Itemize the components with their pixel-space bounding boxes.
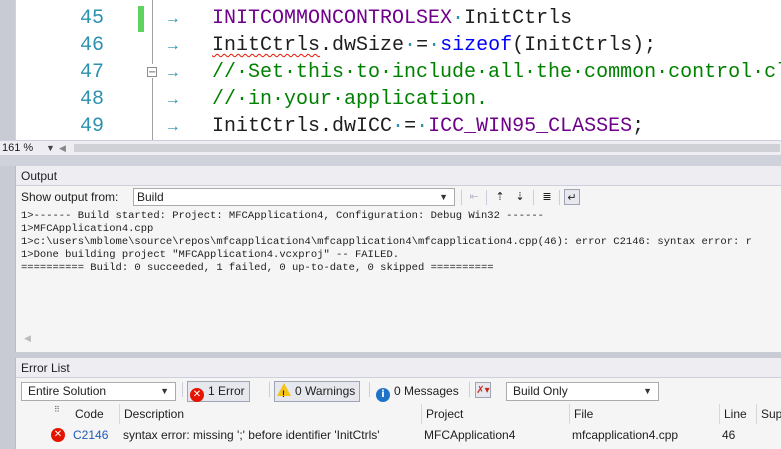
output-title: Output <box>16 166 781 186</box>
code-line[interactable]: 48 → //·in·your·application. <box>16 87 781 113</box>
output-line: 1>------ Build started: Project: MFCAppl… <box>21 210 544 222</box>
code-text: //·in·your·application. <box>212 88 489 111</box>
code-text: InitCtrls.dwICC·=·ICC_WIN95_CLASSES; <box>212 115 645 138</box>
messages-label: 0 Messages <box>394 384 459 398</box>
error-icon: ✕ <box>51 428 65 442</box>
line-number: 45 <box>79 7 104 30</box>
toolbar-separator <box>559 190 560 205</box>
column-description[interactable]: Description <box>119 404 421 424</box>
error-description: syntax error: missing ';' before identif… <box>123 428 380 442</box>
code-editor[interactable]: 45 → INITCOMMONCONTROLSEX·InitCtrls 46 → Init… <box>15 0 781 140</box>
show-output-label: Show output from: <box>21 190 119 204</box>
column-line[interactable]: Line <box>719 404 756 424</box>
line-number: 48 <box>79 88 104 111</box>
output-line: ========== Build: 0 succeeded, 1 failed,… <box>21 262 494 274</box>
error-list-panel: Error List Entire Solution ▼ ✕ 1 Error ! 0… <box>15 358 781 449</box>
error-list-title: Error List <box>16 358 781 378</box>
code-line[interactable]: 47 − → //·Set·this·to·include·all·the·commo… <box>16 60 781 86</box>
info-icon: i <box>376 388 390 402</box>
error-project: MFCApplication4 <box>424 428 516 442</box>
code-text: //·Set·this·to·include·all·the·common·co… <box>212 61 781 84</box>
errors-label: 1 Error <box>208 384 245 398</box>
scope-select[interactable]: Entire Solution ▼ <box>21 382 176 401</box>
build-filter-value: Build Only <box>513 384 568 398</box>
zoom-level[interactable]: 161 % <box>2 141 33 155</box>
error-file: mfcapplication4.cpp <box>572 428 679 442</box>
code-text: INITCOMMONCONTROLSEX·InitCtrls <box>212 7 573 30</box>
collapse-icon[interactable]: − <box>147 67 157 78</box>
tab-arrow-icon: → <box>168 118 178 136</box>
warnings-filter-button[interactable]: ! 0 Warnings <box>274 381 361 402</box>
line-number: 46 <box>79 34 104 57</box>
toolbar-separator <box>182 382 183 397</box>
error-list-header: ⠿ Code Description Project File Line Sup… <box>16 404 781 424</box>
next-message-icon[interactable]: ⇣ <box>512 189 528 205</box>
output-text: 1>------ Build started: Project: MFCAppl… <box>21 210 781 275</box>
error-icon: ✕ <box>190 388 204 402</box>
tab-arrow-icon: → <box>168 91 178 109</box>
clear-all-icon[interactable]: ≣ <box>539 189 555 205</box>
tab-arrow-icon: → <box>168 64 178 82</box>
toolbar-separator <box>469 382 470 397</box>
column-project[interactable]: Project <box>421 404 569 424</box>
code-line[interactable]: 45 → INITCOMMONCONTROLSEX·InitCtrls <box>16 6 781 32</box>
chevron-down-icon: ▼ <box>643 386 652 396</box>
tab-arrow-icon: → <box>168 37 178 55</box>
scope-value: Entire Solution <box>28 384 107 398</box>
build-filter-select[interactable]: Build Only ▼ <box>506 382 659 401</box>
previous-message-icon[interactable]: ⇡ <box>492 189 508 205</box>
error-line: 46 <box>722 428 736 442</box>
column-suppression[interactable]: Supp <box>756 404 781 424</box>
find-message-icon[interactable]: ⇤ <box>466 189 482 205</box>
output-line: 1>MFCApplication4.cpp <box>21 223 154 235</box>
toolbar-separator <box>533 190 534 205</box>
chevron-down-icon: ▼ <box>160 386 169 396</box>
sort-icon[interactable]: ⠿ <box>50 404 60 424</box>
tab-arrow-icon: → <box>168 10 178 28</box>
toolbar-separator <box>269 382 270 397</box>
chevron-down-icon: ▼ <box>439 192 448 202</box>
line-number: 49 <box>79 115 104 138</box>
output-panel: Output Show output from: Build ▼ ⇤ ⇡ ⇣ ≣… <box>15 166 781 352</box>
scroll-left-icon[interactable]: ◀ <box>24 333 31 344</box>
filter-icon[interactable]: ✗▾ <box>475 382 491 398</box>
warning-icon: ! <box>277 383 291 399</box>
column-code[interactable]: Code <box>71 404 121 424</box>
error-list-toolbar: Entire Solution ▼ ✕ 1 Error ! 0 Warnings i… <box>16 379 781 403</box>
zoom-dropdown-icon[interactable]: ▼ <box>46 141 55 155</box>
horizontal-scrollbar[interactable] <box>74 144 780 152</box>
toolbar-separator <box>486 190 487 205</box>
panel-splitter[interactable] <box>0 155 781 166</box>
column-file[interactable]: File <box>569 404 719 424</box>
output-toolbar: Show output from: Build ▼ ⇤ ⇡ ⇣ ≣ ↵ <box>16 187 781 209</box>
scroll-left-icon[interactable]: ◀ <box>59 141 66 155</box>
toolbar-separator <box>369 382 370 397</box>
code-text: InitCtrls.dwSize·=·sizeof(InitCtrls); <box>212 34 657 57</box>
toolbar-separator <box>461 190 462 205</box>
show-output-value: Build <box>137 190 164 204</box>
warnings-label: 0 Warnings <box>295 384 356 398</box>
table-row[interactable]: ✕ C2146 syntax error: missing ';' before… <box>16 425 781 445</box>
code-line[interactable]: 49 → InitCtrls.dwICC·=·ICC_WIN95_CLASSES; <box>16 114 781 140</box>
code-line[interactable]: 46 → InitCtrls.dwSize·=·sizeof(InitCtrls); <box>16 33 781 59</box>
show-output-select[interactable]: Build ▼ <box>133 188 455 206</box>
line-number: 47 <box>79 61 104 84</box>
word-wrap-icon[interactable]: ↵ <box>564 189 580 205</box>
output-line: 1>Done building project "MFCApplication4… <box>21 249 400 261</box>
errors-filter-button[interactable]: ✕ 1 Error <box>187 381 250 402</box>
editor-status-bar: 161 % ▼ ◀ <box>0 140 781 155</box>
messages-filter-button[interactable]: i 0 Messages <box>373 381 464 402</box>
error-code-link[interactable]: C2146 <box>73 425 108 445</box>
output-line: 1>c:\users\mblome\source\repos\mfcapplic… <box>21 236 752 248</box>
